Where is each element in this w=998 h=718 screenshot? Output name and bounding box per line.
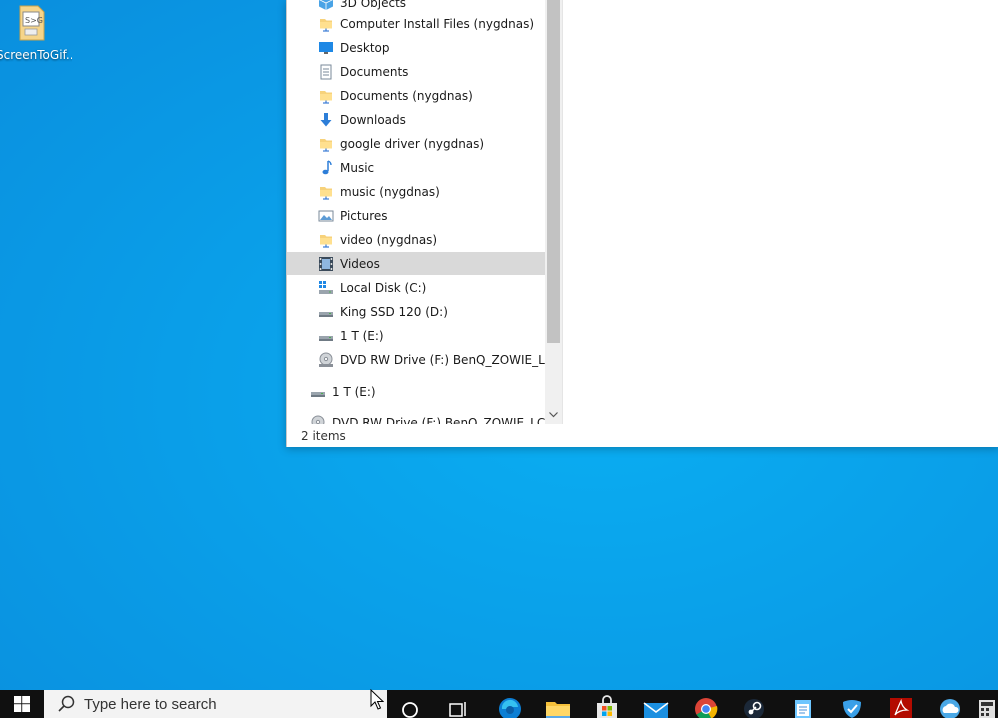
task-view-icon [449,702,466,717]
network-folder-icon [318,184,334,200]
nav-item[interactable]: Documents (nygdnas) [287,84,545,107]
nav-item-label: King SSD 120 (D:) [340,304,448,319]
scrollbar-thumb[interactable] [547,0,560,343]
desktop-icon [318,40,334,56]
nav-item-label: Pictures [340,208,388,223]
nav-item-label: google driver (nygdnas) [340,136,485,151]
nav-item-label: DVD RW Drive (F:) BenQ_ZOWIE_LCD [340,352,545,367]
nav-item-label: 1 T (E:) [332,384,376,399]
cloud-app-icon [940,699,960,718]
taskbar-app-notepad[interactable] [779,690,827,718]
network-folder-icon [318,16,334,32]
task-view-button[interactable] [434,690,482,718]
shield-app-icon [843,700,861,718]
notepad-icon [795,700,811,718]
nav-item[interactable]: 1 T (E:) [287,324,545,347]
taskbar-app-calculator[interactable] [975,690,998,718]
steam-icon [744,699,764,718]
taskbar-app-shield[interactable] [828,690,876,718]
music-note-icon [318,159,334,176]
pictures-icon [318,208,334,224]
nav-item-label: Desktop [340,40,390,55]
file-explorer-window: 3D Objects Computer Install Files (nygdna… [286,0,998,447]
navigation-pane: 3D Objects Computer Install Files (nygdna… [287,0,545,424]
film-icon [318,256,334,272]
taskbar-app-file-explorer[interactable] [534,690,582,718]
nav-item[interactable]: Pictures [287,204,545,227]
file-explorer-icon [546,702,570,718]
dvd-icon [318,352,334,368]
nav-item[interactable]: video (nygdnas) [287,228,545,251]
nav-item[interactable]: King SSD 120 (D:) [287,300,545,323]
taskbar-app-store[interactable] [583,690,631,718]
nav-item-label: Local Disk (C:) [340,280,427,295]
cortana-icon [402,702,418,718]
screentogif-icon: S>G [19,5,45,41]
nav-item[interactable]: Music [287,156,545,179]
nav-item[interactable]: Documents [287,60,545,83]
windows-drive-icon [318,280,334,296]
acrobat-icon [890,698,912,718]
nav-item[interactable]: DVD RW Drive (F:) BenQ_ZOWIE_LCD [287,348,545,371]
taskbar-app-chrome[interactable] [682,690,730,718]
taskbar-app-cloud[interactable] [926,690,974,718]
nav-item-label: Documents (nygdnas) [340,88,473,103]
taskbar-app-steam[interactable] [730,690,778,718]
nav-item[interactable]: Downloads [287,108,545,131]
status-item-count: 2 items [301,428,346,443]
store-icon [597,695,617,718]
nav-item-label: Computer Install Files (nygdnas) [340,16,535,31]
pane-divider[interactable] [562,0,563,424]
dvd-icon [310,415,326,424]
desktop-icon-label: ScreenToGif... [0,48,72,62]
nav-item[interactable]: Local Disk (C:) [287,276,545,299]
nav-item-label: DVD RW Drive (F:) BenQ_ZOWIE_LCD [332,415,545,425]
nav-item-label: Videos [340,256,380,271]
start-button[interactable] [0,690,44,718]
windows-logo-icon [14,696,30,712]
network-folder-icon [318,232,334,248]
network-folder-icon [318,88,334,104]
scroll-down-button[interactable] [545,406,562,424]
nav-item-label: 3D Objects [340,0,407,10]
nav-item[interactable]: Computer Install Files (nygdnas) [287,12,545,35]
nav-item[interactable]: 1 T (E:) [287,380,545,403]
nav-scrollbar[interactable] [545,0,562,424]
nav-item-label: music (nygdnas) [340,184,440,199]
drive-icon [318,328,334,344]
search-input[interactable] [82,691,366,717]
calculator-icon [979,700,995,718]
nav-item[interactable]: DVD RW Drive (F:) BenQ_ZOWIE_LCD [287,411,545,424]
drive-icon [318,304,334,320]
nav-item-label: video (nygdnas) [340,232,438,247]
edge-icon [499,698,521,718]
taskbar-app-mail[interactable] [632,690,680,718]
chevron-down-icon [549,412,558,418]
search-icon [58,695,75,712]
nav-item-label: Music [340,160,375,175]
nav-item[interactable]: Desktop [287,36,545,59]
nav-item-label: Downloads [340,112,406,127]
taskbar-app-acrobat[interactable] [877,690,925,718]
nav-item[interactable]: google driver (nygdnas) [287,132,545,155]
nav-item[interactable]: Videos [287,252,545,275]
cube-icon [318,0,334,11]
drive-icon [310,384,326,400]
taskbar-search-box[interactable] [44,690,387,718]
svg-text:S>G: S>G [25,16,43,25]
mouse-cursor-icon [370,689,384,710]
status-bar: 2 items [287,424,998,447]
nav-item[interactable]: music (nygdnas) [287,180,545,203]
documents-icon [318,64,334,80]
mail-icon [643,702,669,718]
desktop-icon-screentogif[interactable]: S>G ScreenToGif... [0,0,72,64]
download-arrow-icon [318,112,334,128]
taskbar [0,690,998,718]
network-folder-icon [318,136,334,152]
nav-item-label: Documents [340,64,409,79]
taskbar-app-edge[interactable] [486,690,534,718]
nav-item-label: 1 T (E:) [340,328,384,343]
cortana-button[interactable] [386,690,434,718]
chrome-icon [695,698,718,718]
